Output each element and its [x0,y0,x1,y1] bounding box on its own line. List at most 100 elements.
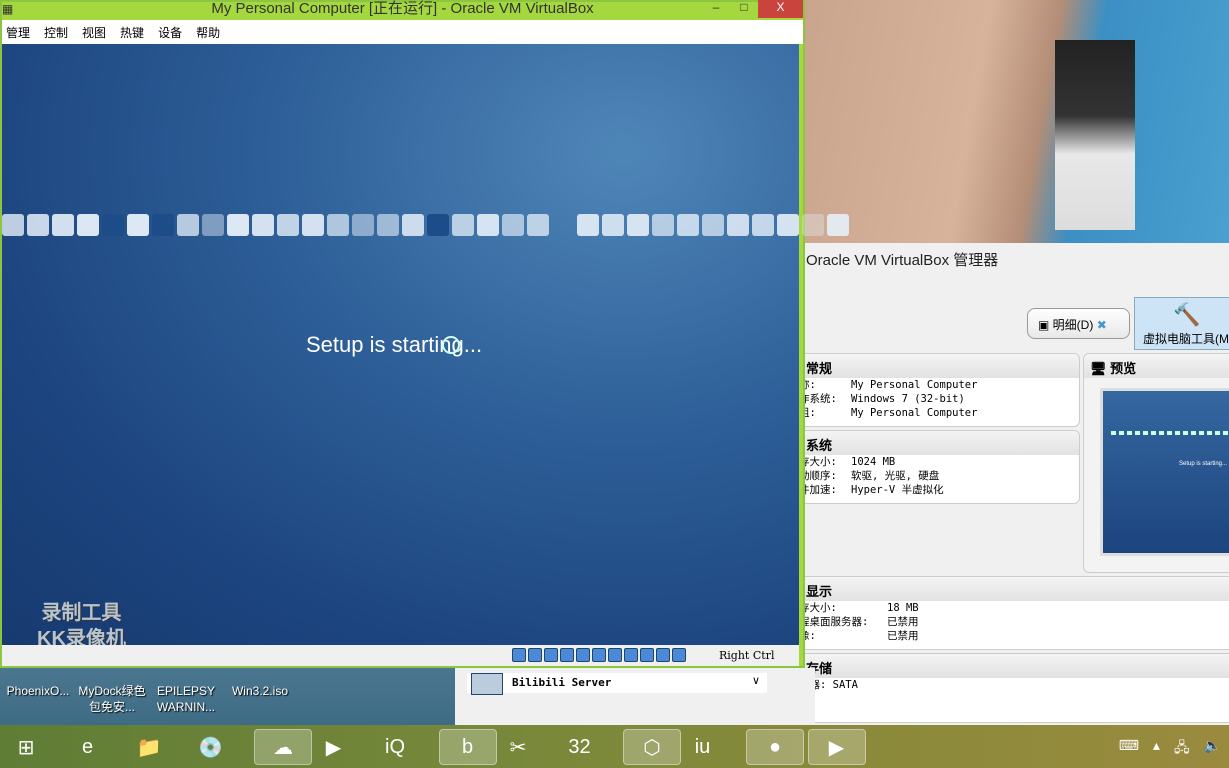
vm-screen[interactable]: Setup is starting... [2,44,849,645]
chevron-down-icon[interactable]: ∨ [752,674,760,687]
detail-row: 称: My Personal Computer [800,378,1079,392]
progress-square [2,214,24,236]
progress-square [152,214,174,236]
section-heading: 🖥 预览 [1084,354,1229,378]
preview-progress-squares [1111,431,1229,435]
detail-row: 件加速: Hyper-V 半虚拟化 [800,483,1079,497]
usb-icon[interactable] [576,648,590,662]
progress-square [27,214,49,236]
general-section: 常规 称: My Personal Computer 作系统: Windows 7 (… [799,353,1080,427]
display-icon[interactable] [608,648,622,662]
busy-cursor-icon [442,336,460,354]
progress-square [302,214,324,236]
progress-square [402,214,424,236]
desktop-icon[interactable]: PhoenixO... [2,683,74,699]
detail-row: 存大小: 1024 MB [800,455,1079,469]
minimize-button[interactable]: – [702,0,730,18]
network-icon[interactable] [560,648,574,662]
vm-list-item[interactable]: Bilibili Server [467,673,767,695]
detail-row: 像: 已禁用 [800,629,1229,643]
video-player-icon[interactable]: ▶ [316,729,352,765]
progress-square [227,214,249,236]
progress-square [777,214,799,236]
section-heading: 存储 [800,654,1229,678]
display-section: 显示 存大小: 18 MB 程桌面服务器: 已禁用 像: 已禁用 [799,576,1229,650]
details-button[interactable]: ▣ 明细(D) ✖ [1027,308,1130,339]
hard-disk-icon[interactable] [512,648,526,662]
iu-app-icon[interactable]: iu [685,729,721,765]
detail-key: 存大小: [799,456,837,468]
optical-drive-icon[interactable] [528,648,542,662]
maximize-button[interactable]: □ [730,0,758,18]
menu-item[interactable]: 控制 [44,24,68,41]
desktop-icon[interactable]: MyDock绿色包免安... [76,683,148,715]
detail-value: My Personal Computer [851,379,978,391]
progress-square [427,214,449,236]
detail-value: 软驱, 光驱, 硬盘 [851,470,940,482]
shared-folder-icon[interactable] [592,648,606,662]
detail-value: 已禁用 [887,630,919,642]
progress-square [127,214,149,236]
baidu-cloud-icon[interactable]: ☁ [254,729,312,765]
virtualbox-icon[interactable]: ⬡ [623,729,681,765]
show-hidden-icon[interactable]: ▴ [1153,737,1160,761]
file-explorer-icon[interactable]: 📁 [131,729,167,765]
details-icon: ▣ [1038,318,1053,332]
media-disc-icon[interactable]: 💿 [193,729,229,765]
progress-square [77,214,99,236]
detail-value: My Personal Computer [851,407,978,419]
progress-square [727,214,749,236]
setup-progress-animation [2,214,849,236]
menu-item[interactable]: 热键 [120,24,144,41]
desktop-icon[interactable]: EPILEPSY WARNIN... [150,683,222,715]
virtualbox-manager-window: Oracle VM VirtualBox 管理器 ▣ 明细(D) ✖ 🔨 虚拟电脑… [799,243,1229,725]
system-section: 系统 存大小: 1024 MB 动顺序: 软驱, 光驱, 硬盘 件加速: Hyper-V … [799,430,1080,504]
section-heading: 系统 [800,431,1079,455]
media-player-icon[interactable]: ▶ [807,729,866,765]
cpu-icon[interactable] [640,648,654,662]
detail-row: 存大小: 18 MB [800,601,1229,615]
detail-row: 动顺序: 软驱, 光驱, 硬盘 [800,469,1079,483]
start-icon[interactable]: ⊞ [8,729,44,765]
preview-section: 🖥 预览 Setup is starting... [1083,353,1229,573]
system-tray: ⌨ ▴ 🖧 🔈 [1119,737,1221,761]
mouse-integration-icon[interactable] [672,648,686,662]
iqiyi-icon[interactable]: iQ [377,729,413,765]
progress-square [377,214,399,236]
taskbar: ⌨ ▴ 🖧 🔈 ⊞ e 📁 💿 ☁ ▶ iQ b ✂ 32 ⬡ iu ● ▶ [0,725,1229,768]
menu-item[interactable]: 帮助 [196,24,220,41]
progress-square [702,214,724,236]
hammer-icon: 🔨 [1173,302,1201,327]
progress-square [627,214,649,236]
detail-key: 作系统: [799,393,837,405]
audio-icon[interactable] [544,648,558,662]
vm-tools-button[interactable]: 🔨 虚拟电脑工具(M [1134,297,1229,350]
virtualization-icon[interactable] [656,648,670,662]
progress-square [352,214,374,236]
progress-square [502,214,524,236]
progress-square [327,214,349,236]
internet-explorer-icon[interactable]: e [70,729,106,765]
section-heading: 常规 [800,354,1079,378]
desktop-icon[interactable]: Win3.2.iso [224,683,296,699]
kk-recorder-icon[interactable]: ● [746,729,804,765]
detail-row: 组: My Personal Computer [800,406,1079,420]
menu-item[interactable]: 设备 [158,24,182,41]
keyboard-icon[interactable]: ⌨ [1119,737,1139,761]
host-key-label: Right Ctrl [719,649,775,662]
bilibili-icon[interactable]: b [438,729,497,765]
section-heading: 显示 [800,577,1229,601]
close-button[interactable]: X [758,0,803,18]
menu-item[interactable]: 管理 [6,24,30,41]
network-icon[interactable]: 🖧 [1174,737,1190,761]
progress-square [577,214,599,236]
detail-key: 程桌面服务器: [799,616,869,628]
dos-32-icon[interactable]: 32 [562,729,598,765]
menu-item[interactable]: 视图 [82,24,106,41]
volume-icon[interactable]: 🔈 [1204,737,1221,761]
detail-row: 程桌面服务器: 已禁用 [800,615,1229,629]
progress-square [102,214,124,236]
detail-key: 动顺序: [799,470,837,482]
scissors-tool-icon[interactable]: ✂ [500,729,536,765]
video-capture-icon[interactable] [624,648,638,662]
